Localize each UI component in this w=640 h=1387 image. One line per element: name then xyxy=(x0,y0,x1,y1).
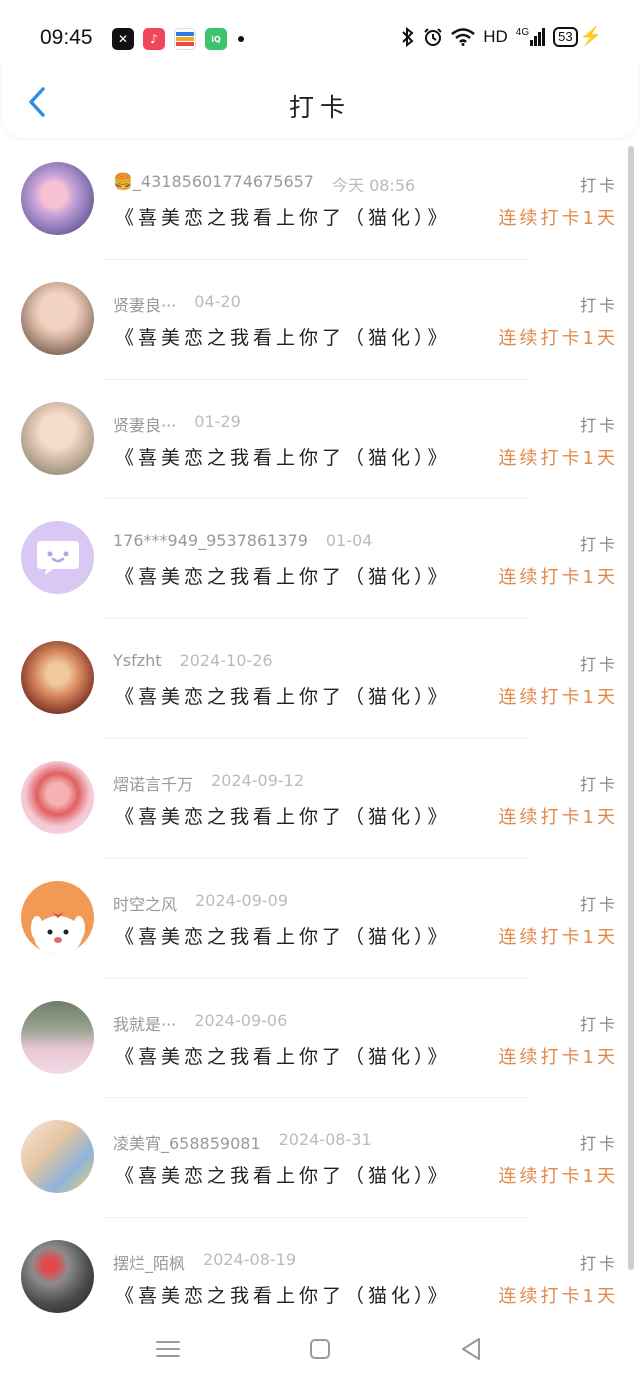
battery-icon: 53 ⚡ xyxy=(553,26,602,47)
streak-label: 连续打卡1天 xyxy=(498,327,618,349)
avatar[interactable] xyxy=(21,281,94,355)
system-nav-bar xyxy=(0,1318,640,1387)
user-name[interactable]: 176***949_9537861379 xyxy=(113,531,308,550)
avatar[interactable] xyxy=(21,162,94,235)
avatar[interactable] xyxy=(21,880,94,954)
book-title[interactable]: 《喜美恋之我看上你了（猫化）》 xyxy=(115,323,451,350)
notification-icons: ✕ ♪ iQ xyxy=(112,28,244,50)
book-title[interactable]: 《喜美恋之我看上你了（猫化）》 xyxy=(115,1161,451,1188)
checkin-time: 2024-08-19 xyxy=(203,1250,296,1270)
book-title[interactable]: 《喜美恋之我看上你了（猫化）》 xyxy=(115,443,451,470)
hd-label: HD xyxy=(483,26,508,46)
checkin-label: 打卡 xyxy=(579,535,618,555)
streak-label: 连续打卡1天 xyxy=(498,926,618,948)
book-title[interactable]: 《喜美恋之我看上你了（猫化）》 xyxy=(115,562,451,589)
default-avatar-icon xyxy=(36,540,79,575)
user-name[interactable]: 贤妻良··· xyxy=(113,292,176,316)
streak-label: 连续打卡1天 xyxy=(498,806,618,828)
bluetooth-icon xyxy=(402,26,414,47)
checkin-list[interactable]: 🍔_43185601774675657 今天 08:56 《喜美恋之我看上你了（猫… xyxy=(0,140,640,1338)
checkin-label: 打卡 xyxy=(579,176,618,195)
streak-label: 连续打卡1天 xyxy=(498,208,618,229)
list-item[interactable]: 贤妻良··· 01-29 《喜美恋之我看上你了（猫化）》 打卡 连续打卡1天 xyxy=(0,380,640,500)
alarm-icon xyxy=(424,27,442,46)
cell-signal-icon: 4G xyxy=(516,27,546,46)
checkin-label: 打卡 xyxy=(579,1014,618,1034)
book-title[interactable]: 《喜美恋之我看上你了（猫化）》 xyxy=(115,1281,451,1308)
book-title[interactable]: 《喜美恋之我看上你了（猫化）》 xyxy=(115,203,451,230)
avatar[interactable] xyxy=(21,1240,94,1314)
book-title[interactable]: 《喜美恋之我看上你了（猫化）》 xyxy=(115,1042,451,1069)
iqiyi-icon: iQ xyxy=(205,28,227,50)
puppy-avatar-icon xyxy=(30,911,85,954)
user-name[interactable]: 🍔_43185601774675657 xyxy=(113,172,314,196)
page-title: 打卡 xyxy=(288,93,351,122)
list-item[interactable]: 🍔_43185601774675657 今天 08:56 《喜美恋之我看上你了（猫… xyxy=(0,140,640,260)
scrollbar[interactable] xyxy=(628,146,634,1270)
checkin-time: 01-29 xyxy=(194,411,241,431)
system-status: HD 4G 53 ⚡ xyxy=(401,26,602,47)
menu-icon[interactable] xyxy=(153,1334,183,1364)
checkin-label: 打卡 xyxy=(579,774,618,794)
user-name[interactable]: Ysfzht xyxy=(113,651,162,670)
checkin-label: 打卡 xyxy=(579,295,618,315)
checkin-time: 2024-08-31 xyxy=(278,1130,372,1150)
music-icon: ♪ xyxy=(143,28,165,50)
wifi-icon xyxy=(451,27,475,46)
avatar[interactable] xyxy=(21,521,94,595)
streak-label: 连续打卡1天 xyxy=(498,1046,618,1068)
status-time: 09:45 xyxy=(40,26,93,49)
book-title[interactable]: 《喜美恋之我看上你了（猫化）》 xyxy=(115,922,451,949)
checkin-time: 今天 08:56 xyxy=(331,176,416,195)
streak-label: 连续打卡1天 xyxy=(498,1166,618,1188)
checkin-time: 2024-09-12 xyxy=(211,770,304,790)
checkin-label: 打卡 xyxy=(579,655,618,675)
user-name[interactable]: 时空之风 xyxy=(113,891,177,915)
user-name[interactable]: 贤妻良··· xyxy=(113,412,176,436)
checkin-time: 2024-10-26 xyxy=(179,651,273,671)
book-title[interactable]: 《喜美恋之我看上你了（猫化）》 xyxy=(115,682,451,709)
checkin-label: 打卡 xyxy=(579,415,618,435)
checkin-time: 2024-09-06 xyxy=(194,1010,288,1030)
capcut-icon: ✕ xyxy=(112,28,134,50)
book-title[interactable]: 《喜美恋之我看上你了（猫化）》 xyxy=(115,802,451,829)
checkin-label: 打卡 xyxy=(579,894,618,914)
checkin-label: 打卡 xyxy=(579,1134,618,1154)
avatar[interactable] xyxy=(21,760,94,834)
user-name[interactable]: 我就是··· xyxy=(113,1011,176,1035)
list-item[interactable]: Ysfzht 2024-10-26 《喜美恋之我看上你了（猫化）》 打卡 连续打卡… xyxy=(0,619,640,739)
streak-label: 连续打卡1天 xyxy=(498,447,618,469)
checkin-time: 04-20 xyxy=(194,291,241,311)
checkin-label: 打卡 xyxy=(579,1254,618,1274)
streak-label: 连续打卡1天 xyxy=(498,687,618,709)
user-name[interactable]: 熠诺言千万 xyxy=(113,771,193,795)
avatar[interactable] xyxy=(21,1000,94,1074)
user-name[interactable]: 摆烂_陌枫 xyxy=(113,1250,185,1274)
avatar[interactable] xyxy=(21,641,94,715)
wallet-icon xyxy=(174,28,196,50)
streak-label: 连续打卡1天 xyxy=(498,1286,618,1308)
streak-label: 连续打卡1天 xyxy=(498,567,618,589)
avatar[interactable] xyxy=(21,401,94,475)
back-triangle-icon[interactable] xyxy=(457,1334,487,1364)
list-item[interactable]: 时空之风 2024-09-09 《喜美恋之我看上你了（猫化）》 打卡 连续打卡1天 xyxy=(0,859,640,979)
checkin-time: 01-04 xyxy=(325,531,373,551)
list-item[interactable]: 176***949_9537861379 01-04 《喜美恋之我看上你了（猫化）… xyxy=(0,499,640,620)
home-icon[interactable] xyxy=(305,1334,335,1364)
list-item[interactable]: 熠诺言千万 2024-09-12 《喜美恋之我看上你了（猫化）》 打卡 连续打卡1… xyxy=(0,739,640,859)
list-item[interactable]: 我就是··· 2024-09-06 《喜美恋之我看上你了（猫化）》 打卡 连续打卡… xyxy=(0,979,640,1099)
header: 打卡 xyxy=(2,60,638,138)
list-item[interactable]: 凌美宵_658859081 2024-08-31 《喜美恋之我看上你了（猫化）》 … xyxy=(0,1098,640,1219)
checkin-time: 2024-09-09 xyxy=(195,890,288,910)
list-item[interactable]: 贤妻良··· 04-20 《喜美恋之我看上你了（猫化）》 打卡 连续打卡1天 xyxy=(0,260,640,380)
more-notifications-icon xyxy=(238,36,244,42)
user-name[interactable]: 凌美宵_658859081 xyxy=(113,1130,261,1154)
avatar[interactable] xyxy=(21,1120,94,1194)
